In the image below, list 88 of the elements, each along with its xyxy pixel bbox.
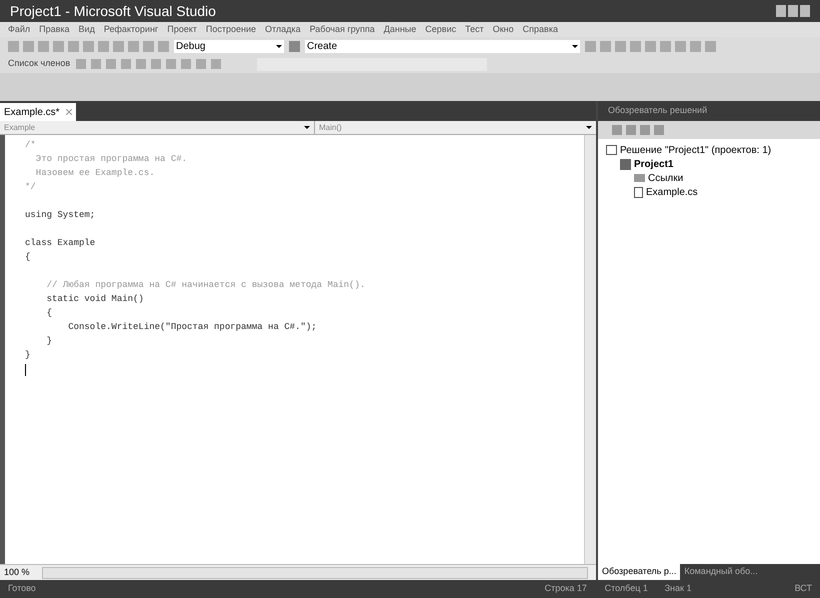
code-line: Console.WriteLine("Простая программа на C#."); xyxy=(67,321,317,334)
tree-item[interactable]: Решение "Project1" (проектов: 1) xyxy=(620,142,772,158)
toolbar-icon[interactable] xyxy=(166,59,176,69)
toolbar-icon[interactable] xyxy=(76,59,86,69)
vertical-scrollbar[interactable] xyxy=(584,135,596,564)
toolbar-icon[interactable] xyxy=(289,40,300,52)
toolbar-label[interactable]: Список членов xyxy=(8,57,70,71)
toolbar-icon[interactable] xyxy=(128,40,139,52)
toolbar-icon[interactable] xyxy=(136,59,146,69)
code-line: // Любая программа на C# начинается с вызова метода Main(). xyxy=(46,279,366,292)
code-line: class Example xyxy=(25,237,96,250)
horizontal-scrollbar[interactable] xyxy=(42,566,588,578)
file-icon xyxy=(634,186,643,198)
menu-item[interactable]: Правка xyxy=(39,22,70,36)
dropdown-arrow-icon xyxy=(276,44,282,48)
toolbar-icon[interactable] xyxy=(211,59,222,69)
toolbar-icon[interactable] xyxy=(690,40,701,52)
toolbar-icon[interactable] xyxy=(83,40,94,52)
menu-item[interactable]: Данные xyxy=(384,22,416,36)
toolbar-icon[interactable] xyxy=(121,59,132,69)
toolbar-icon[interactable] xyxy=(23,40,34,52)
toolbar-icon[interactable] xyxy=(645,40,656,52)
panel-title: Обозреватель решений xyxy=(608,104,708,118)
tree-item[interactable]: Project1 xyxy=(634,156,674,172)
toolbar-icon[interactable] xyxy=(196,59,206,69)
dropdown-arrow-icon xyxy=(304,126,310,129)
panel-tab[interactable]: Обозреватель р... xyxy=(598,564,680,580)
configuration-dropdown[interactable]: Debug xyxy=(174,40,284,52)
code-line: static void Main() xyxy=(46,293,144,306)
toolbar-icon[interactable] xyxy=(600,40,611,52)
status-message: Готово xyxy=(8,582,37,596)
menu-item[interactable]: Вид xyxy=(78,22,95,36)
code-line: } xyxy=(46,335,52,348)
toolbar-icon[interactable] xyxy=(585,40,596,52)
status-char: Знак 1 xyxy=(664,582,692,596)
panel-tab[interactable]: Командный обо... xyxy=(680,564,762,580)
menu-item[interactable]: Справка xyxy=(522,22,558,36)
toolbar-icon[interactable] xyxy=(38,40,49,52)
dropdown-arrow-icon xyxy=(572,44,578,48)
toolbar-icon[interactable] xyxy=(630,40,641,52)
editor-tab[interactable]: Example.cs* xyxy=(0,103,76,121)
toolbar-icon[interactable] xyxy=(53,40,64,52)
code-line: */ xyxy=(25,181,36,194)
code-line: } xyxy=(25,349,30,362)
menu-item[interactable]: Тест xyxy=(465,22,484,36)
toolbar-icon[interactable] xyxy=(615,40,626,52)
folder-icon xyxy=(634,174,645,182)
menu-item[interactable]: Сервис xyxy=(425,22,456,36)
code-line: Это простая программа на C#. xyxy=(34,153,188,166)
code-line: Назовем ее Example.cs. xyxy=(34,167,155,180)
zoom-level[interactable]: 100 % xyxy=(0,566,34,580)
menu-item[interactable]: Окно xyxy=(492,22,514,36)
menu-item[interactable]: Проект xyxy=(167,22,197,36)
menu-item[interactable]: Рабочая группа xyxy=(310,22,375,36)
toolbar-icon[interactable] xyxy=(98,40,109,52)
tree-item[interactable]: Ссылки xyxy=(648,170,684,186)
type-dropdown[interactable]: Example xyxy=(0,121,315,134)
menu-item[interactable]: Файл xyxy=(8,22,30,36)
toolbar-icon[interactable] xyxy=(158,40,169,52)
menu-item[interactable]: Отладка xyxy=(265,22,301,36)
menu-item[interactable]: Построение xyxy=(206,22,256,36)
search-dropdown[interactable]: Create xyxy=(305,40,580,52)
toolbar-icon[interactable] xyxy=(91,59,102,69)
toolbar-icon[interactable] xyxy=(675,40,686,52)
window-title: Project1 - Microsoft Visual Studio xyxy=(10,2,216,21)
tree-item[interactable]: Example.cs xyxy=(646,184,698,200)
toolbar-icon[interactable] xyxy=(660,40,671,52)
code-line: /* xyxy=(25,139,36,152)
code-line: using System; xyxy=(25,209,96,222)
status-line: Строка 17 xyxy=(544,582,588,596)
toolbar-icon[interactable] xyxy=(181,59,192,69)
project-icon xyxy=(620,158,631,170)
text-cursor xyxy=(25,364,26,376)
toolbar-icon[interactable] xyxy=(113,40,124,52)
solution-icon xyxy=(606,145,617,155)
member-dropdown[interactable]: Main() xyxy=(315,121,596,134)
toolbar-icon[interactable] xyxy=(151,59,162,69)
code-line: { xyxy=(46,307,52,320)
status-column: Столбец 1 xyxy=(604,582,665,596)
toolbar-icon[interactable] xyxy=(68,40,79,52)
toolbar-icon[interactable] xyxy=(143,40,154,52)
menu-item[interactable]: Рефакторинг xyxy=(104,22,158,36)
toolbar-icon[interactable] xyxy=(705,40,716,52)
toolbar-icon[interactable] xyxy=(8,40,19,52)
code-line: { xyxy=(25,251,30,264)
status-mode: ВСТ xyxy=(794,582,812,596)
dropdown-arrow-icon xyxy=(586,126,592,129)
toolbar-icon[interactable] xyxy=(106,59,116,69)
